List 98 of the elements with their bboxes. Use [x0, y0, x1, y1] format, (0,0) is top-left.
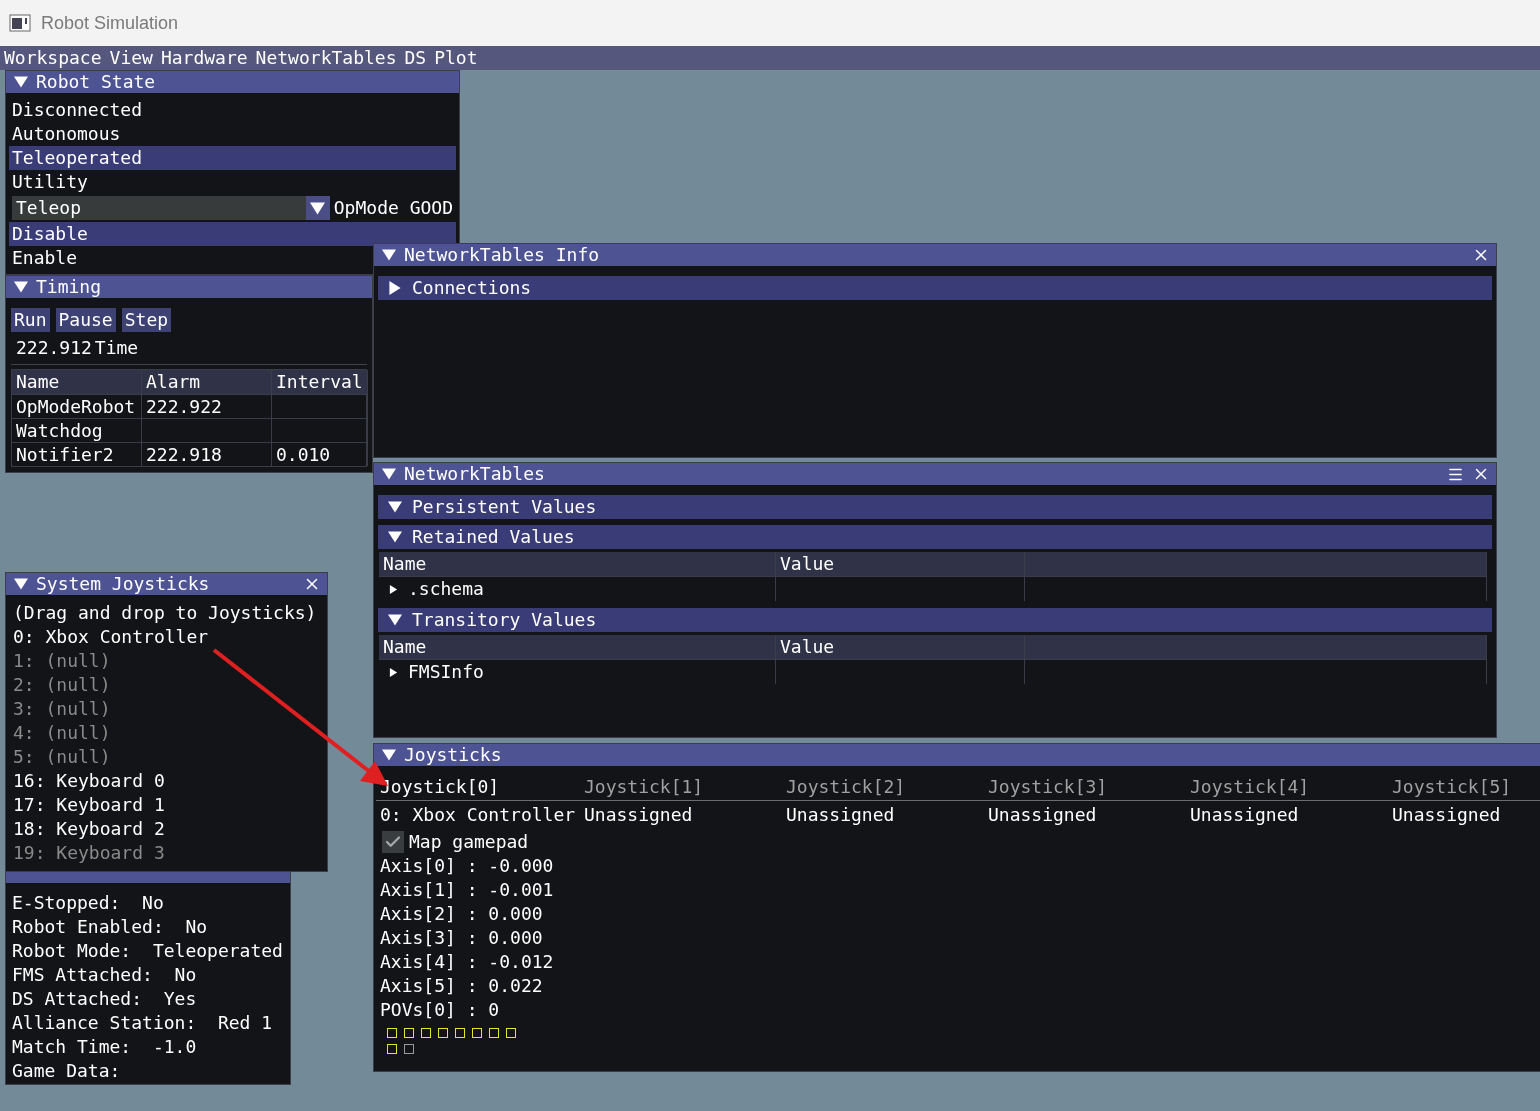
joystick-tab[interactable]: Joystick[2]: [780, 774, 982, 800]
assigned-device: Unassigned: [583, 803, 694, 827]
collapse-icon[interactable]: [14, 280, 28, 294]
joystick-tab[interactable]: Joystick[0]: [376, 774, 578, 800]
menu-item[interactable]: View: [109, 46, 161, 70]
expand-icon[interactable]: [388, 281, 402, 295]
column-header: Value: [776, 635, 1025, 659]
joystick-item[interactable]: 18: Keyboard 2: [13, 817, 320, 841]
fms-status: Robot Enabled: No: [12, 915, 209, 939]
caret-icon[interactable]: [310, 200, 326, 216]
mode-option[interactable]: Utility: [9, 170, 91, 194]
fms-status: Robot Mode: Teleoperated: [12, 939, 284, 963]
column-header: Name: [379, 635, 776, 659]
checkbox-label: Map gamepad: [409, 830, 529, 854]
axis-reading: Axis[2] : 0.000: [380, 902, 544, 926]
opmode-dropdown[interactable]: Teleop: [12, 196, 306, 220]
map-gamepad-checkbox[interactable]: [382, 831, 404, 853]
collapse-icon[interactable]: [14, 75, 28, 89]
axis-reading: POVs[0] : 0: [380, 998, 501, 1022]
mode-option[interactable]: Disconnected: [9, 98, 146, 122]
column-header: Name: [12, 370, 142, 394]
timing-button[interactable]: Step: [121, 308, 172, 332]
dropdown-button[interactable]: [305, 196, 330, 220]
fms-status: Match Time: -1.0: [12, 1035, 198, 1059]
menu-item[interactable]: NetworkTables: [255, 46, 405, 70]
axis-reading: Axis[0] : -0.000: [380, 854, 555, 878]
joystick-tab[interactable]: Joystick[1]: [578, 774, 780, 800]
section-header[interactable]: Connections: [378, 276, 1492, 300]
axis-reading: Axis[5] : 0.022: [380, 974, 544, 998]
section-label: Retained Values: [412, 525, 575, 549]
fms-status: Game Data:: [12, 1059, 122, 1083]
section-label: Transitory Values: [412, 608, 597, 632]
enable-option[interactable]: Disable: [9, 222, 456, 246]
menu-item[interactable]: Plot: [434, 46, 486, 70]
table-cell: Watchdog: [12, 418, 142, 442]
app-icon: [9, 14, 31, 32]
table-cell: 222.918: [142, 442, 272, 466]
time-label: Time: [94, 336, 139, 360]
joystick-tab[interactable]: Joystick[3]: [982, 774, 1184, 800]
section-header[interactable]: Transitory Values: [378, 608, 1492, 632]
axis-reading: Axis[4] : -0.012: [380, 950, 555, 974]
assigned-device: Unassigned: [1189, 803, 1300, 827]
section-label: Connections: [412, 276, 532, 300]
axis-reading: Axis[3] : 0.000: [380, 926, 544, 950]
section-header[interactable]: Persistent Values: [378, 495, 1492, 519]
assigned-device: Unassigned: [987, 803, 1098, 827]
expand-icon[interactable]: [389, 584, 398, 594]
table-cell: OpModeRobot: [12, 394, 142, 418]
menu-item[interactable]: Workspace: [4, 46, 110, 70]
table-cell: Notifier2: [12, 442, 142, 466]
table-cell: 222.922: [142, 394, 272, 418]
collapse-icon[interactable]: [388, 613, 402, 627]
assigned-device: 0: Xbox Controller: [379, 803, 577, 827]
time-value: 222.912: [16, 336, 92, 360]
entry-name[interactable]: .schema: [408, 577, 484, 601]
menu-item[interactable]: Hardware: [160, 46, 256, 70]
enable-option[interactable]: Enable: [9, 246, 81, 270]
collapse-icon[interactable]: [382, 467, 396, 481]
fms-status: FMS Attached: No: [12, 963, 198, 987]
joystick-item[interactable]: 16: Keyboard 0: [13, 769, 320, 793]
entry-name[interactable]: FMSInfo: [408, 660, 484, 684]
window-title: NetworkTables: [404, 463, 546, 485]
joystick-item[interactable]: 17: Keyboard 1: [13, 793, 320, 817]
column-header: Value: [776, 552, 1025, 576]
axis-reading: Axis[1] : -0.001: [380, 878, 555, 902]
assigned-device: Unassigned: [785, 803, 896, 827]
section-header[interactable]: Retained Values: [378, 525, 1492, 549]
timing-button[interactable]: Pause: [55, 308, 116, 332]
collapse-icon[interactable]: [14, 577, 28, 591]
expand-icon[interactable]: [389, 667, 398, 677]
app-title: Robot Simulation: [41, 12, 179, 34]
joystick-item[interactable]: 0: Xbox Controller: [13, 625, 320, 649]
joystick-tab[interactable]: Joystick[4]: [1184, 774, 1386, 800]
joystick-tab[interactable]: Joystick[5]: [1386, 774, 1540, 800]
window-title: Robot State: [36, 71, 157, 93]
window-title: NetworkTables Info: [404, 244, 601, 266]
mode-option[interactable]: Teleoperated: [9, 146, 456, 170]
timing-button[interactable]: Run: [11, 308, 50, 332]
fms-status: E-Stopped: No: [12, 891, 165, 915]
collapse-icon[interactable]: [382, 248, 396, 262]
column-header: Name: [379, 552, 776, 576]
window-title: Joysticks: [404, 744, 503, 766]
table-cell: 0.010: [272, 442, 368, 466]
mode-option[interactable]: Autonomous: [9, 122, 124, 146]
fms-status: DS Attached: Yes: [12, 987, 198, 1011]
column-header: Alarm: [142, 370, 272, 394]
column-header: Interval: [272, 370, 368, 394]
window-title: System Joysticks: [36, 573, 211, 595]
window-title: Timing: [36, 276, 103, 298]
collapse-icon[interactable]: [388, 500, 402, 514]
opmode-status: OpMode GOOD: [333, 196, 453, 220]
section-label: Persistent Values: [412, 495, 597, 519]
hint-text: (Drag and drop to Joysticks): [13, 601, 318, 625]
assigned-device: Unassigned: [1391, 803, 1502, 827]
collapse-icon[interactable]: [388, 530, 402, 544]
fms-status: Alliance Station: Red 1: [12, 1011, 274, 1035]
collapse-icon[interactable]: [382, 748, 396, 762]
menu-item[interactable]: DS: [404, 46, 435, 70]
